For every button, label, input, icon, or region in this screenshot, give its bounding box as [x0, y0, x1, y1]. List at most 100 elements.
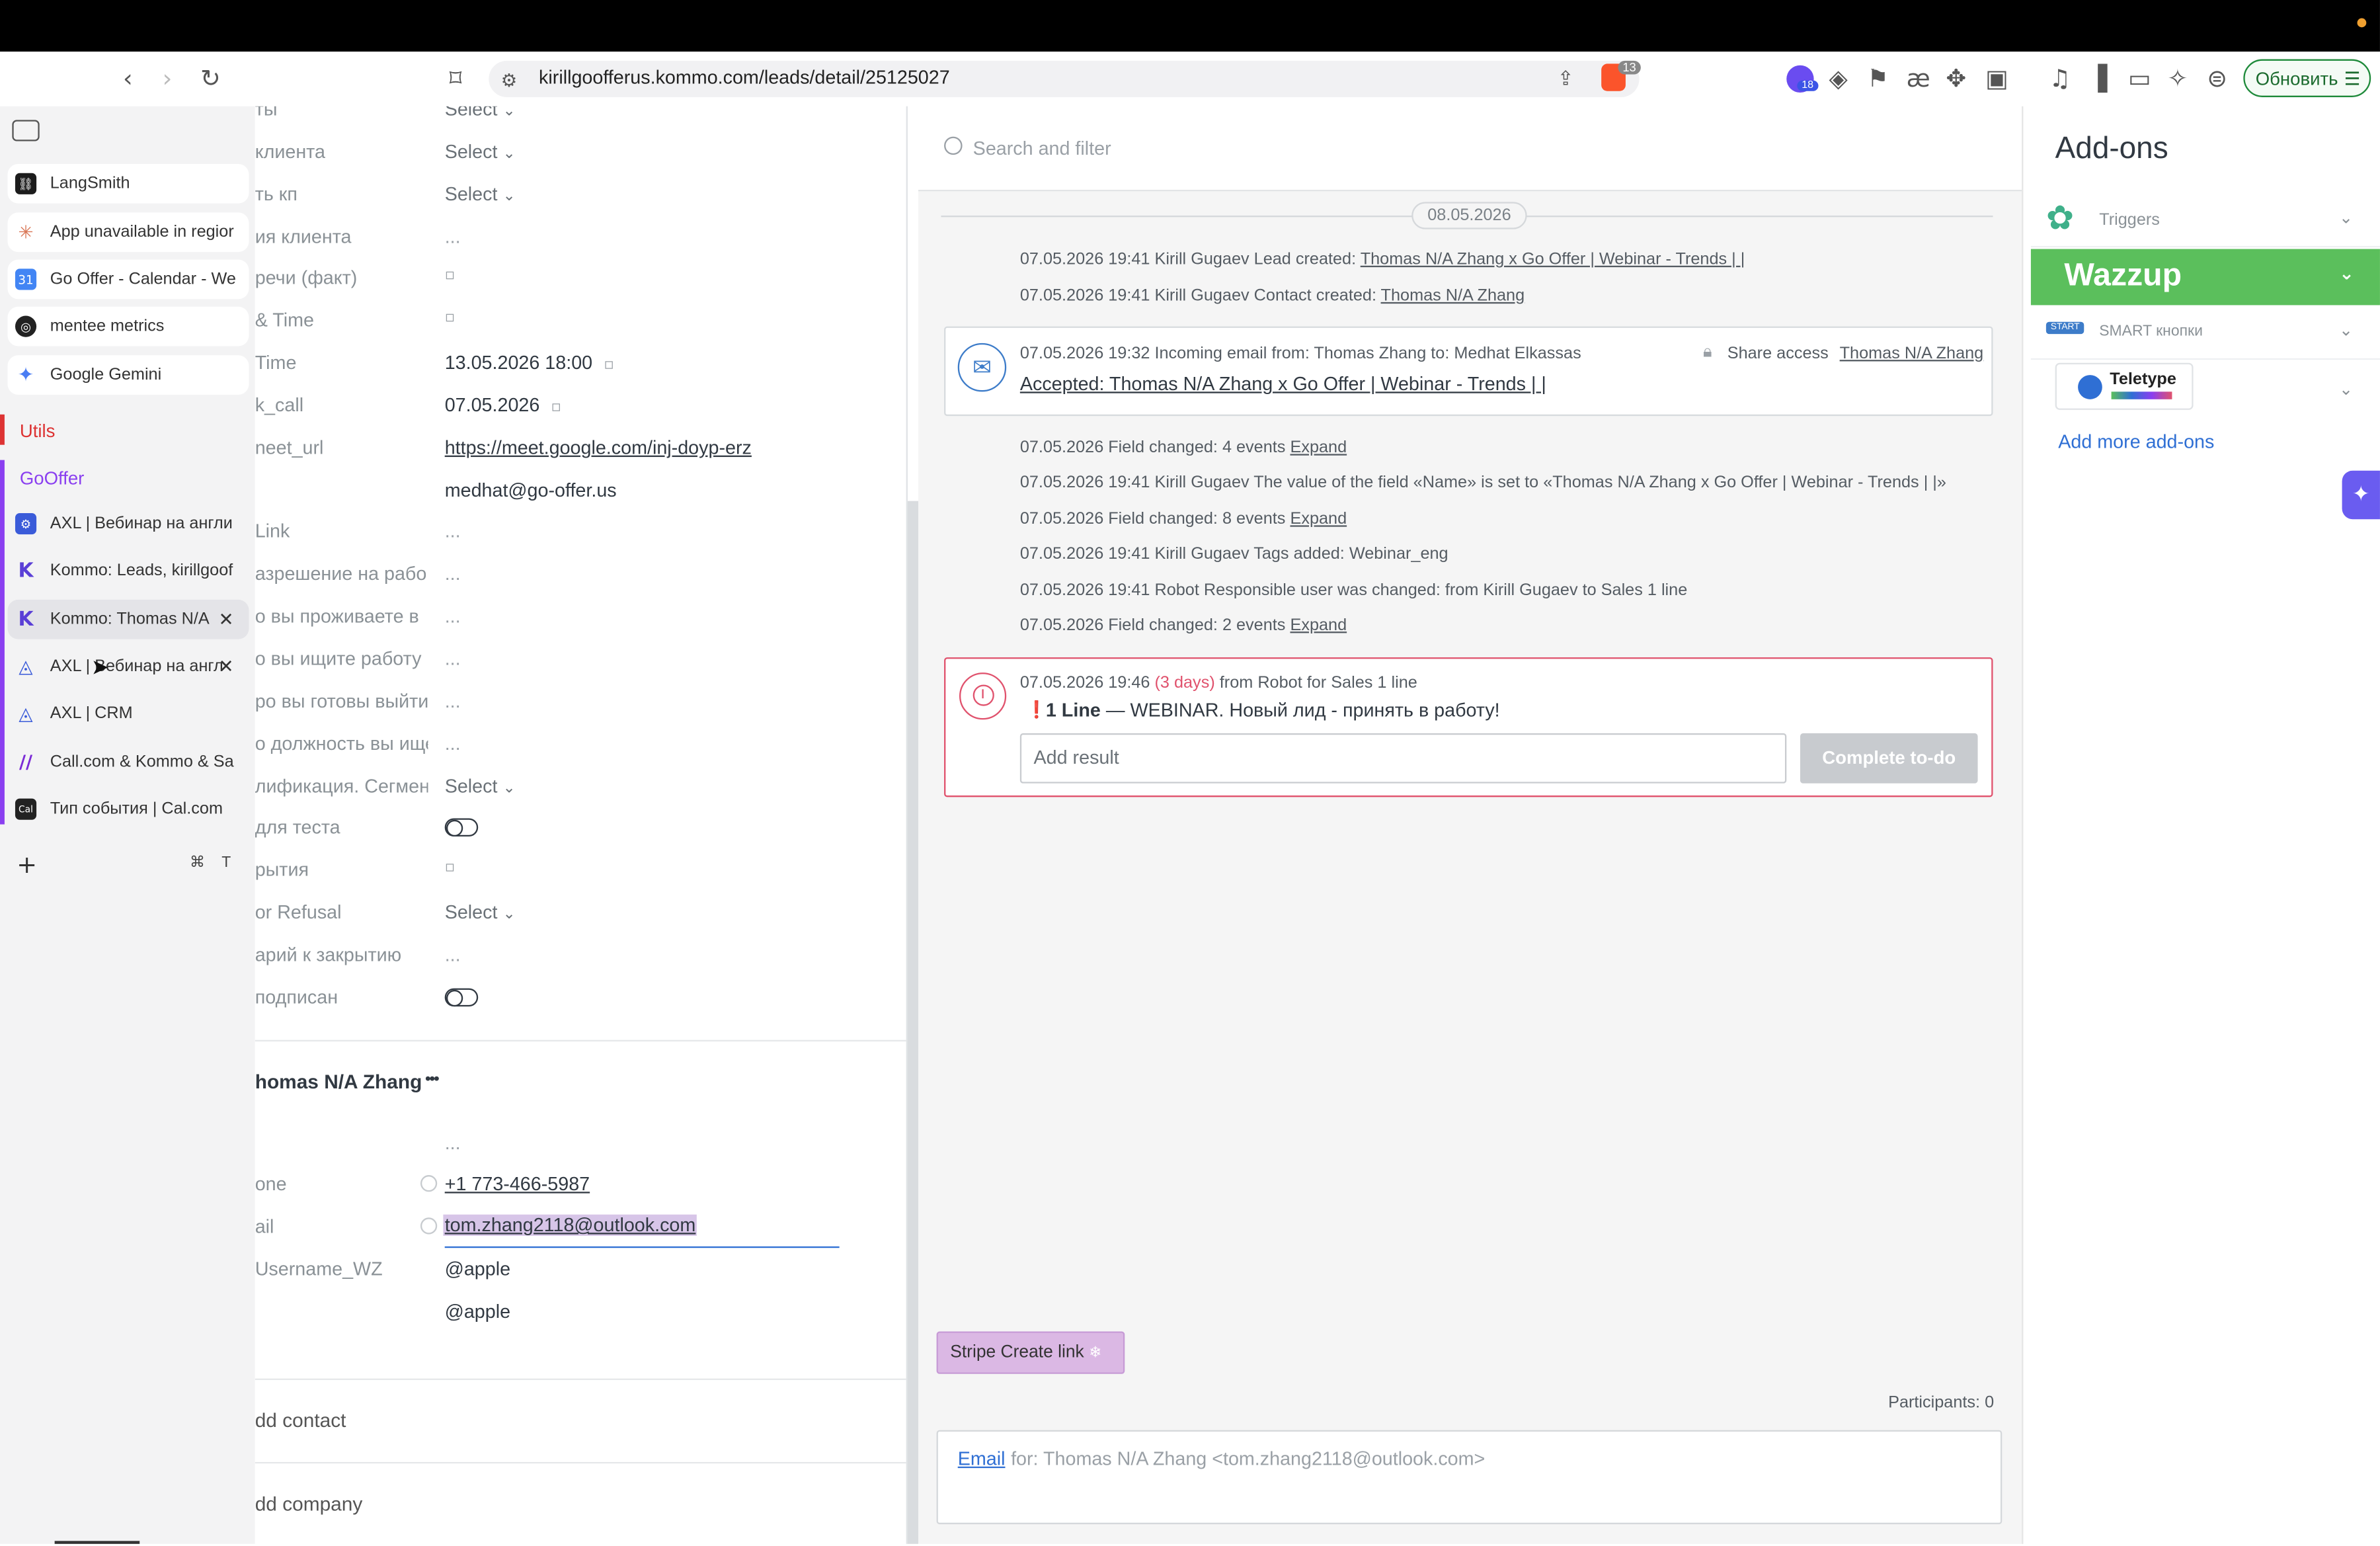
phone-value[interactable]: +1 773-466-5987 [445, 1174, 590, 1195]
back-icon[interactable]: ‹ [123, 65, 133, 93]
date-value[interactable]: 07.05.2026 [445, 395, 540, 416]
field-value[interactable]: ... [445, 563, 461, 585]
chevron-down-icon[interactable]: ⌄ [2339, 320, 2353, 340]
contact-field-value[interactable]: ... [445, 1133, 461, 1154]
share-access-link[interactable]: Share access [1727, 345, 1829, 363]
select-value[interactable]: Select [445, 184, 498, 205]
tab[interactable]: 31 Go Offer - Calendar - We [7, 259, 249, 300]
vpn-icon[interactable]: ⊜ [2207, 65, 2227, 93]
field-value[interactable]: ... [445, 944, 461, 965]
update-button[interactable]: Обновить ☰ [2243, 59, 2371, 97]
toggle-switch[interactable] [444, 988, 479, 1011]
phone-icon[interactable] [420, 1175, 438, 1192]
tab-group-gooffer[interactable]: GoOffer [20, 468, 85, 489]
complete-todo-button[interactable]: Complete to-do [1800, 733, 1978, 784]
extension-icon[interactable]: æ [1907, 65, 1930, 93]
stripe-create-link-button[interactable]: Stripe Create link ❄ [936, 1331, 1125, 1374]
date-field[interactable]: ▫ [445, 859, 456, 875]
reload-icon[interactable]: ↻ [200, 65, 221, 93]
date-field[interactable]: 13.05.2026 18:00 ▫ [445, 352, 614, 374]
toggle-switch[interactable] [444, 818, 479, 840]
forward-icon[interactable]: › [163, 65, 173, 93]
select-value[interactable]: Select [445, 142, 498, 163]
tab[interactable]: ◬ AXL | Вебинар на англ ✕ [7, 647, 249, 686]
chevron-down-icon[interactable]: ⌄ [2339, 208, 2353, 228]
date-field[interactable]: ▫ [445, 309, 456, 326]
contact-menu-icon[interactable]: ••• [425, 1071, 440, 1089]
select-value[interactable]: Select [445, 106, 498, 120]
composer-recipient[interactable]: for: Thomas N/A Zhang <tom.zhang2118@out… [1011, 1448, 1485, 1469]
tab[interactable]: ◎ mentee metrics [7, 306, 249, 346]
scrollbar[interactable] [907, 501, 919, 1544]
select-dropdown[interactable]: Select ⌄ [445, 184, 516, 205]
select-dropdown[interactable]: Select ⌄ [445, 902, 516, 923]
email-contact-link[interactable]: Thomas N/A Zhang [1840, 345, 1984, 363]
date-field[interactable]: 07.05.2026 ▫ [445, 395, 561, 416]
contact-name[interactable]: homas N/A Zhang [255, 1071, 422, 1093]
email-card[interactable] [944, 326, 1993, 417]
extension-icon[interactable]: ⚑ [1867, 65, 1889, 93]
sidebar-panel-icon[interactable] [12, 120, 40, 142]
url-value[interactable]: https://meet.google.com/inj-doyp-erz [445, 437, 752, 458]
field-value[interactable]: ... [445, 520, 461, 542]
puzzle-icon[interactable]: ✥ [1946, 65, 1966, 93]
field-value[interactable]: ... [445, 606, 461, 627]
field-value[interactable]: ... [445, 691, 461, 712]
extension-icon[interactable]: ▣ [1985, 65, 2008, 93]
close-icon[interactable]: ✕ [218, 656, 233, 677]
chevron-down-icon[interactable]: ⌄ [2339, 263, 2354, 284]
expand-link[interactable]: Expand [1290, 439, 1347, 458]
add-more-addons-link[interactable]: Add more add-ons [2058, 431, 2214, 452]
tab[interactable]: ✦ Google Gemini [7, 355, 249, 395]
field-value[interactable]: ... [445, 733, 461, 754]
contact-extra-value[interactable]: @apple [445, 1301, 510, 1322]
date-field[interactable]: ▫ [445, 267, 456, 284]
toggle-icon[interactable] [444, 988, 479, 1007]
search-placeholder[interactable]: Search and filter [973, 138, 1111, 159]
expand-link[interactable]: Expand [1290, 616, 1347, 635]
share-icon[interactable]: ⇪ [1558, 67, 1574, 94]
field-value[interactable]: ... [445, 226, 461, 247]
composer-email-type[interactable]: Email [958, 1448, 1006, 1469]
email-icon[interactable] [420, 1217, 438, 1235]
tab-group-utils[interactable]: Utils [20, 421, 56, 442]
new-tab-icon[interactable]: + [17, 850, 37, 879]
tab[interactable]: Cal Тип события | Cal.com [7, 790, 249, 829]
contact-link[interactable]: Thomas N/A Zhang [1381, 287, 1525, 305]
message-composer[interactable] [936, 1430, 2003, 1525]
toggle-icon[interactable] [444, 818, 479, 837]
email-value[interactable]: tom.zhang2118@outlook.com [443, 1214, 697, 1236]
shield-icon[interactable]: ◈ [1829, 65, 1848, 93]
tab[interactable]: ✳ App unavailable in regior [7, 212, 249, 253]
email-subject-link[interactable]: Accepted: Thomas N/A Zhang x Go Offer | … [1020, 374, 1546, 395]
add-result-placeholder[interactable]: Add result [1034, 747, 1119, 768]
leo-ai-icon[interactable]: ✧ [2168, 65, 2188, 93]
close-icon[interactable]: ✕ [218, 609, 233, 630]
expand-link[interactable]: Expand [1290, 510, 1347, 528]
chevron-down-icon[interactable]: ⌄ [2339, 380, 2353, 399]
select-dropdown[interactable]: Select ⌄ [445, 106, 516, 120]
bookmark-icon[interactable]: ⌑ [450, 65, 462, 93]
select-value[interactable]: Select [445, 776, 498, 797]
select-dropdown[interactable]: Select ⌄ [445, 776, 516, 797]
site-settings-icon[interactable]: ⚙ [501, 67, 518, 94]
wallet-icon[interactable]: ▭ [2128, 65, 2151, 93]
ai-assistant-icon[interactable]: ✦ [2342, 470, 2380, 520]
tab[interactable]: ⛓ LangSmith [7, 163, 249, 204]
field-value[interactable]: medhat@go-offer.us [445, 480, 617, 501]
date-value[interactable]: 13.05.2026 18:00 [445, 352, 592, 374]
url-text[interactable]: kirillgoofferus.kommo.com/leads/detail/2… [539, 67, 950, 88]
select-value[interactable]: Select [445, 902, 498, 923]
addon-triggers[interactable] [2030, 192, 2380, 248]
add-result-input[interactable] [1019, 733, 1787, 784]
tab[interactable]: ◬ AXL | CRM [7, 694, 249, 733]
sidebar-toggle-icon[interactable]: ▐ [2088, 65, 2107, 93]
music-icon[interactable]: ♫ [2049, 65, 2071, 93]
add-contact-link[interactable]: dd contact [255, 1409, 346, 1432]
tab-active[interactable]: K Kommo: Thomas N/A ✕ [7, 599, 249, 639]
tab[interactable]: // Call.com & Kommo & Sa [7, 743, 249, 782]
tab[interactable]: K Kommo: Leads, kirillgoof [7, 551, 249, 590]
lead-link[interactable]: Thomas N/A Zhang x Go Offer | Webinar - … [1361, 251, 1745, 269]
username-value[interactable]: @apple [445, 1258, 510, 1280]
select-dropdown[interactable]: Select ⌄ [445, 142, 516, 163]
